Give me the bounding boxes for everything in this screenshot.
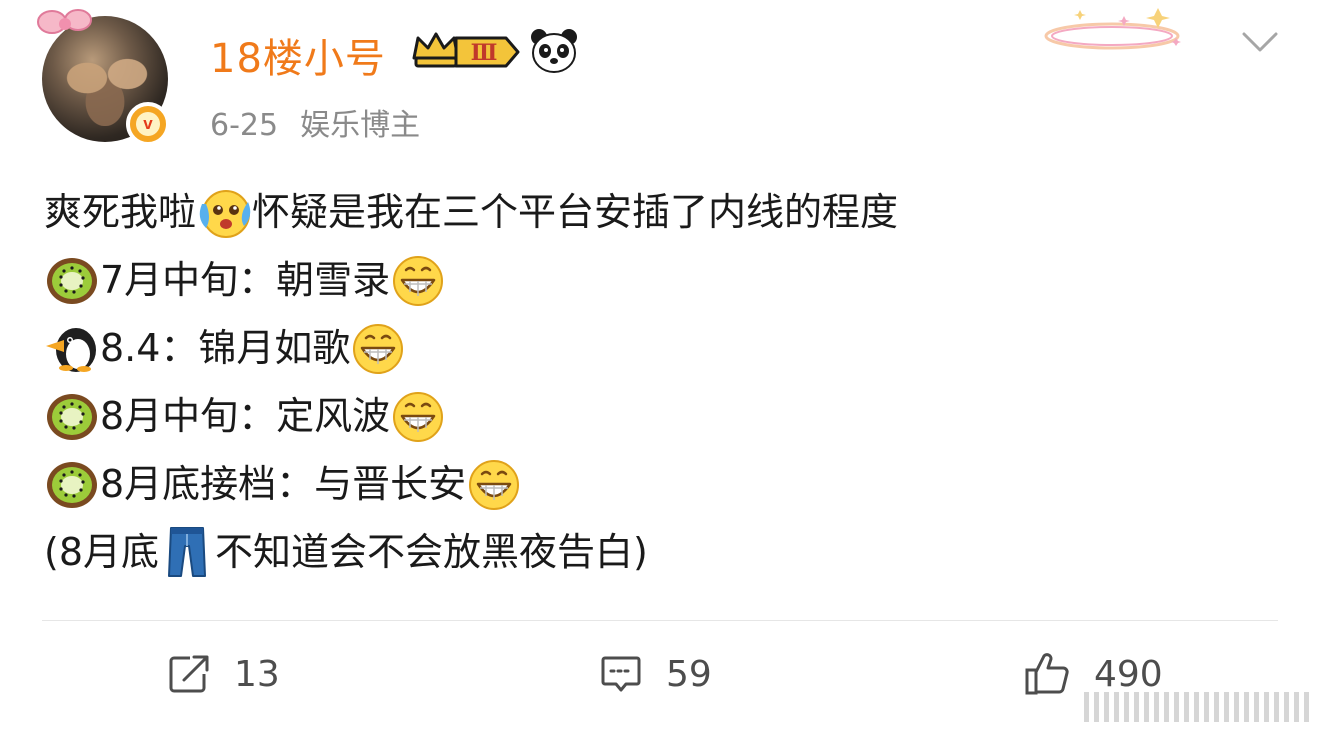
grin-emoji: [390, 388, 446, 444]
forward-count: 13: [234, 653, 280, 695]
post-text: 爽死我啦: [44, 190, 197, 234]
divider: [42, 620, 1278, 621]
post-source[interactable]: 娱乐博主: [300, 108, 420, 143]
post-line: (8月底 不知道会不会放黑夜告白): [44, 518, 898, 586]
crying-laugh-emoji: [196, 184, 252, 240]
grin-emoji: [390, 252, 446, 308]
share-icon: [169, 655, 209, 693]
grin-emoji: [350, 320, 406, 376]
post-text: 8月底接档：与晋长安: [100, 462, 467, 506]
author-name[interactable]: 18楼小号: [210, 26, 386, 84]
comment-count: 59: [666, 653, 712, 695]
post-content: 爽死我啦 怀疑是我在三个平台安插了内线的程度 7月中旬：朝雪录 8.4：锦月如歌 8月中…: [44, 178, 898, 586]
post-date: 6-25: [210, 108, 279, 143]
chevron-down-icon[interactable]: [1240, 28, 1280, 58]
post-text: (8月底: [44, 530, 160, 574]
post-meta: 6-25 娱乐博主: [210, 100, 420, 144]
comment-icon: [601, 656, 641, 692]
sparkle-decoration-icon: [1044, 8, 1181, 50]
kiwi-emoji: [44, 456, 100, 512]
post-line: 8.4：锦月如歌: [44, 314, 898, 382]
jeans-emoji: [159, 524, 215, 580]
post-text: 8.4：锦月如歌: [100, 326, 351, 370]
post-text: 怀疑是我在三个平台安插了内线的程度: [252, 190, 899, 234]
post-line: 8月底接档：与晋长安: [44, 450, 898, 518]
verified-icon: v: [126, 102, 170, 146]
post-text: 不知道会不会放黑夜告白): [215, 530, 648, 574]
post-text: 7月中旬：朝雪录: [100, 258, 391, 302]
thumbs-up-icon: [1025, 653, 1069, 695]
kiwi-emoji: [44, 252, 100, 308]
panda-icon: [531, 29, 577, 73]
post-line: 8月中旬：定风波: [44, 382, 898, 450]
watermark-bars: [1084, 692, 1309, 722]
post-line: 7月中旬：朝雪录: [44, 246, 898, 314]
comment-button[interactable]: 59: [600, 648, 712, 700]
level-badge: Ⅲ: [471, 40, 498, 66]
kiwi-emoji: [44, 388, 100, 444]
post-text: 8月中旬：定风波: [100, 394, 391, 438]
crown-badge-icon[interactable]: Ⅲ: [410, 28, 522, 72]
bunny-bow-icon: [37, 9, 92, 34]
penguin-emoji: [44, 320, 100, 376]
forward-button[interactable]: 13: [168, 648, 280, 700]
post-line: 爽死我啦 怀疑是我在三个平台安插了内线的程度: [44, 178, 898, 246]
grin-emoji: [466, 456, 522, 512]
